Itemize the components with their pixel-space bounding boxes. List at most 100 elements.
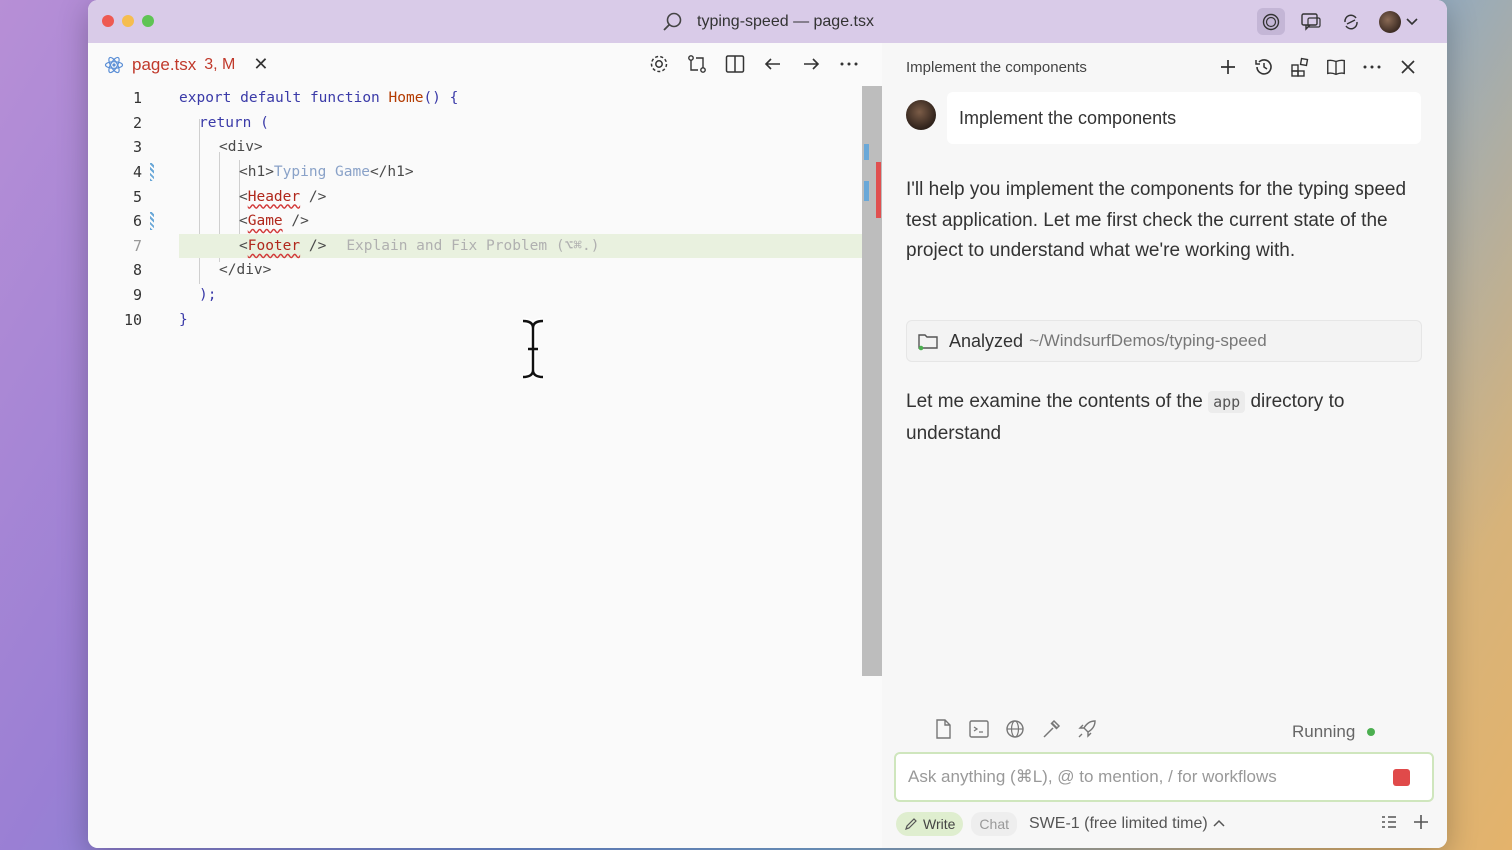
arrow-right-icon[interactable] — [800, 53, 822, 75]
tab-label: page.tsx — [132, 54, 197, 74]
editor-actions — [648, 53, 860, 75]
stop-button[interactable] — [1393, 769, 1410, 786]
sync-icon — [1344, 14, 1358, 29]
change-marker — [150, 163, 154, 182]
assistant-message: I'll help you implement the components f… — [906, 179, 1407, 261]
editor-pane: page.tsx 3, M ✕ 1 export default functio… — [88, 43, 882, 848]
arrow-left-icon[interactable] — [762, 53, 784, 75]
react-icon — [104, 56, 124, 73]
context-tools — [932, 718, 1098, 740]
line-number: 8 — [132, 261, 142, 280]
code-line[interactable]: 3 <div> — [88, 135, 882, 160]
chevron-down-icon — [1406, 17, 1418, 25]
plugins-icon[interactable] — [1289, 56, 1311, 78]
gear-icon[interactable] — [648, 53, 670, 75]
tab-status-badge: 3, M — [204, 55, 236, 73]
line-number: 3 — [132, 138, 142, 157]
file-icon[interactable] — [932, 718, 954, 740]
code-text: <Game /> — [239, 213, 309, 230]
overview-marker — [864, 144, 869, 160]
chat-actions — [1217, 56, 1419, 78]
terminal-icon[interactable] — [968, 718, 990, 740]
code-line[interactable]: <Footer /> Explain and Fix Problem (⌥⌘.) — [179, 233, 862, 259]
window-title: typing-speed — page.tsx — [697, 12, 874, 30]
titlebar-actions — [1257, 8, 1421, 35]
pencil-icon — [905, 818, 917, 830]
line-number: 4 — [132, 163, 142, 182]
code-text: return ( — [199, 114, 269, 131]
analyzed-tool-call[interactable]: Analyzed ~/WindsurfDemos/typing-speed — [906, 320, 1422, 362]
chat-bubble-icon — [1301, 12, 1321, 31]
rocket-icon[interactable] — [1076, 718, 1098, 740]
editor-tab-bar: page.tsx 3, M ✕ — [88, 43, 882, 86]
code-line[interactable]: 8 </div> — [88, 258, 882, 283]
line-number: 2 — [132, 113, 142, 132]
plus-icon[interactable] — [1412, 813, 1430, 836]
title-bar: typing-speed — page.tsx — [88, 0, 1447, 43]
status-dot-icon — [1367, 728, 1376, 736]
write-mode-button[interactable]: Write — [896, 812, 964, 836]
code-line[interactable]: 2 return ( — [88, 111, 882, 136]
chat-bubble-button[interactable] — [1297, 8, 1325, 35]
model-selector[interactable]: SWE-1 (free limited time) — [1029, 815, 1226, 833]
run-status: Running — [1292, 722, 1376, 742]
sync-button[interactable] — [1337, 8, 1365, 35]
avatar — [906, 100, 936, 130]
editor-scrollbar[interactable] — [862, 86, 882, 676]
chat-footer: Write Chat SWE-1 (free limited time) — [896, 810, 1436, 838]
list-icon[interactable] — [1380, 813, 1398, 836]
hammer-icon[interactable] — [1040, 718, 1062, 740]
code-text: <Header /> — [239, 188, 327, 205]
search-icon[interactable] — [661, 11, 683, 33]
analyzed-path: ~/WindsurfDemos/typing-speed — [1029, 331, 1267, 350]
change-marker — [150, 212, 154, 231]
code-line: 7 — [88, 234, 148, 259]
code-text: <Footer /> Explain and Fix Problem (⌥⌘.) — [239, 237, 600, 254]
book-icon[interactable] — [1325, 56, 1347, 78]
app-window: typing-speed — page.tsx page.tsx 3, M ✕ … — [88, 0, 1447, 848]
code-text: <h1>Typing Game</h1> — [239, 164, 414, 181]
error-marker — [876, 162, 881, 218]
more-icon[interactable] — [838, 53, 860, 75]
overview-marker — [864, 181, 869, 201]
tab-page-tsx[interactable]: page.tsx 3, M ✕ — [104, 54, 268, 75]
quick-fix-hint[interactable]: Explain and Fix Problem (⌥⌘.) — [346, 238, 599, 254]
history-icon[interactable] — [1253, 56, 1275, 78]
chat-header: Implement the components — [882, 43, 1447, 91]
code-text: </div> — [219, 262, 272, 279]
code-line[interactable]: 9 ); — [88, 283, 882, 308]
compare-changes-icon[interactable] — [686, 53, 708, 75]
user-message[interactable]: Implement the components — [947, 92, 1421, 144]
code-line[interactable]: 5 <Header /> — [88, 184, 882, 209]
cascade-icon — [1262, 13, 1280, 30]
code-text: <div> — [219, 139, 263, 156]
status-text: Running — [1292, 722, 1356, 741]
code-line[interactable]: 1 export default function Home() { — [88, 86, 882, 111]
assistant-message: Let me examine the contents of the app d… — [906, 391, 1345, 444]
line-number: 7 — [132, 236, 142, 255]
toggle-panel-button[interactable] — [1257, 8, 1285, 35]
chat-input[interactable]: Ask anything (⌘L), @ to mention, / for w… — [894, 752, 1434, 802]
chat-panel: Implement the components Implement the c… — [882, 43, 1447, 848]
window-title-area: typing-speed — page.tsx — [88, 0, 1447, 43]
split-editor-icon[interactable] — [724, 53, 746, 75]
text-cursor-icon — [522, 318, 544, 380]
globe-icon[interactable] — [1004, 718, 1026, 740]
code-text: } — [179, 311, 188, 328]
code-text: export default function Home() { — [179, 90, 459, 107]
footer-actions — [1380, 813, 1430, 836]
chat-mode-button[interactable]: Chat — [971, 812, 1017, 836]
plus-icon[interactable] — [1217, 56, 1239, 78]
code-line[interactable]: 10 } — [88, 307, 882, 332]
code-line[interactable]: 6 <Game /> — [88, 209, 882, 234]
code-line[interactable]: 4 <h1>Typing Game</h1> — [88, 160, 882, 185]
code-text: ); — [199, 287, 217, 304]
close-icon[interactable]: ✕ — [253, 54, 268, 75]
line-number: 6 — [132, 212, 142, 231]
code-area[interactable]: 1 export default function Home() { 2 ret… — [88, 86, 882, 716]
analyzed-label: Analyzed — [949, 330, 1024, 351]
close-icon[interactable] — [1397, 56, 1419, 78]
line-number: 9 — [132, 286, 142, 305]
account-menu-button[interactable] — [1377, 8, 1421, 35]
more-icon[interactable] — [1361, 56, 1383, 78]
